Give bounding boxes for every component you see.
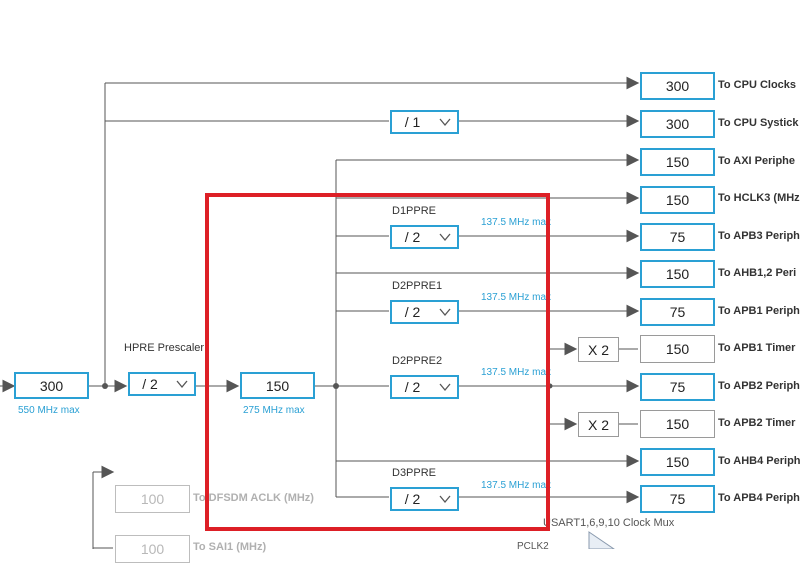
- usart-mux-shape: [588, 531, 615, 549]
- dfsdm-value-box: 100: [115, 485, 190, 513]
- apb1-label: To APB1 Periph: [718, 305, 800, 317]
- ahb12-value: 150: [665, 266, 690, 282]
- apb2-timer-label: To APB2 Timer: [718, 417, 796, 429]
- apb2-value-box[interactable]: 75: [640, 373, 715, 401]
- apb1-timer-value: 150: [665, 341, 690, 357]
- systick-label: To CPU Systick: [718, 117, 799, 129]
- systick-value-box[interactable]: 300: [640, 110, 715, 138]
- apb2-timer-multiplier: X 2: [578, 412, 619, 437]
- apb2-timer-value: 150: [665, 416, 690, 432]
- cpu-clock-label: To CPU Clocks: [718, 79, 797, 91]
- apb1-value-box[interactable]: 75: [640, 298, 715, 326]
- sysclk-value: 300: [39, 377, 64, 394]
- apb1-timer-multiplier-value: X 2: [587, 341, 609, 358]
- sai1-value: 100: [140, 541, 165, 557]
- systick-divider-select[interactable]: / 1: [390, 110, 459, 134]
- apb1-timer-value-box: 150: [640, 335, 715, 363]
- axi-label: To AXI Periphe: [718, 155, 796, 167]
- apb4-label: To APB4 Periph: [718, 492, 800, 504]
- sai1-value-box: 100: [115, 535, 190, 563]
- apb2-value: 75: [669, 379, 686, 395]
- apb3-label: To APB3 Periph: [718, 230, 800, 242]
- hclk3-value: 150: [665, 192, 690, 208]
- apb3-value-box[interactable]: 75: [640, 223, 715, 251]
- ahb4-value: 150: [665, 454, 690, 470]
- hclk3-label: To HCLK3 (MHz: [718, 192, 800, 204]
- apb1-timer-multiplier: X 2: [578, 337, 619, 362]
- chevron-down-icon: [439, 118, 451, 127]
- sai1-label: To SAI1 (MHz): [193, 541, 267, 553]
- axi-value: 150: [665, 154, 690, 170]
- apb1-timer-label: To APB1 Timer: [718, 342, 796, 354]
- sysclk-value-box[interactable]: 300: [14, 372, 89, 399]
- apb2-label: To APB2 Periph: [718, 380, 800, 392]
- usart-mux-label: USART1,6,9,10 Clock Mux: [543, 517, 675, 529]
- dfsdm-value: 100: [140, 491, 165, 507]
- hclk3-value-box[interactable]: 150: [640, 186, 715, 214]
- apb4-value-box[interactable]: 75: [640, 485, 715, 513]
- cpu-clock-value: 300: [665, 78, 690, 94]
- apb3-value: 75: [669, 229, 686, 245]
- apb2-timer-multiplier-value: X 2: [587, 416, 609, 433]
- hpre-label: HPRE Prescaler: [124, 342, 205, 354]
- cpu-clock-value-box[interactable]: 300: [640, 72, 715, 100]
- hpre-select[interactable]: / 2: [128, 372, 196, 396]
- hpre-value: / 2: [142, 376, 158, 392]
- systick-divider-value: / 1: [404, 114, 421, 130]
- axi-value-box[interactable]: 150: [640, 148, 715, 176]
- ahb4-label: To AHB4 Periph: [718, 455, 800, 467]
- ahb12-label: To AHB1,2 Peri: [718, 267, 797, 279]
- apb4-value: 75: [669, 491, 686, 507]
- highlight-box: [205, 193, 550, 531]
- ahb12-value-box[interactable]: 150: [640, 260, 715, 288]
- ahb4-value-box[interactable]: 150: [640, 448, 715, 476]
- pclk2-label: PCLK2: [517, 541, 549, 552]
- apb2-timer-value-box: 150: [640, 410, 715, 438]
- systick-value: 300: [665, 116, 690, 132]
- sysclk-max-label: 550 MHz max: [18, 405, 80, 416]
- apb1-value: 75: [669, 304, 686, 320]
- chevron-down-icon: [176, 380, 188, 389]
